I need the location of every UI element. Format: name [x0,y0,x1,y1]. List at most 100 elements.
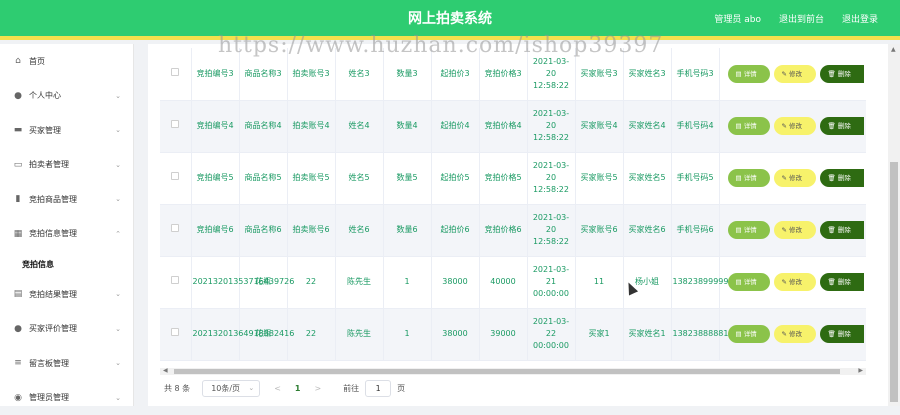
sidebar-item[interactable]: ▦竞拍信息管理⌃ [0,217,133,252]
table-cell: 商品名称4 [239,100,287,152]
actions-cell: ▤ 详情✎ 修改🗑 删除 [719,256,866,308]
table-row: 竞拍编号5商品名称5拍卖账号5姓名5数量5起拍价5竞拍价格52021-03-20… [160,152,866,204]
row-checkbox[interactable] [171,68,179,76]
delete-button[interactable]: 🗑 删除 [820,65,864,83]
page-size-select[interactable]: 10条/页⌄ [202,380,260,397]
goto-page-input[interactable]: 1 [365,380,391,397]
detail-icon: ▤ [736,174,744,182]
sidebar-item[interactable]: ▬买家管理⌄ [0,113,133,148]
delete-icon: 🗑 [828,70,838,78]
horizontal-scroll-thumb[interactable] [174,369,840,374]
table-cell: 买家姓名3 [623,48,671,100]
sidebar-item[interactable]: ≡留言板管理⌄ [0,346,133,381]
detail-button[interactable]: ▤ 详情 [728,325,770,343]
delete-icon: 🗑 [828,226,838,234]
bar-chart-icon: ▮ [13,194,23,204]
main-content: 竞拍编号3商品名称3拍卖账号3姓名3数量3起拍价3竞拍价格32021-03-20… [148,44,888,406]
table-cell: 商品名称6 [239,204,287,256]
sidebar: ⌂首页●个人中心⌄▬买家管理⌄▭拍卖者管理⌄▮竞拍商品管理⌄▦竞拍信息管理⌃竞拍… [0,44,134,406]
sidebar-item-label: 竞拍结果管理 [29,289,77,300]
table-cell: 陈先生 [335,308,383,360]
row-checkbox[interactable] [171,328,179,336]
table-cell: 20213201364918382416 [191,308,239,360]
detail-button-label: 详情 [744,330,757,338]
row-checkbox[interactable] [171,276,179,284]
edit-icon: ✎ [782,226,790,234]
edit-button[interactable]: ✎ 修改 [774,221,816,239]
home-icon: ⌂ [13,56,23,66]
edit-button-label: 修改 [789,70,802,78]
row-checkbox[interactable] [171,224,179,232]
chevron-down-icon: ⌄ [115,290,121,298]
logout-link[interactable]: 退出登录 [842,12,878,25]
table-cell: 38000 [431,308,479,360]
delete-button[interactable]: 🗑 删除 [820,221,864,239]
current-page[interactable]: 1 [295,384,301,393]
sidebar-item[interactable]: ●买家评价管理⌄ [0,312,133,347]
table-cell: 手机号码4 [671,100,719,152]
table-cell: 39000 [479,308,527,360]
sidebar-item[interactable]: ▭拍卖者管理⌄ [0,148,133,183]
sidebar-item[interactable]: ◉管理员管理⌄ [0,381,133,415]
table-cell: 1 [383,256,431,308]
detail-button[interactable]: ▤ 详情 [728,273,770,291]
row-checkbox-cell [160,256,191,308]
total-count: 共 8 条 [164,383,190,394]
row-checkbox[interactable] [171,120,179,128]
table-row: 20213201353716439726花瓶22陈先生1380004000020… [160,256,866,308]
auction-table: 竞拍编号3商品名称3拍卖账号3姓名3数量3起拍价3竞拍价格32021-03-20… [160,48,866,361]
table-row: 竞拍编号6商品名称6拍卖账号6姓名6数量6起拍价6竞拍价格62021-03-20… [160,204,866,256]
detail-button[interactable]: ▤ 详情 [728,117,770,135]
table-cell: 买家账号5 [575,152,623,204]
detail-button[interactable]: ▤ 详情 [728,65,770,83]
edit-button[interactable]: ✎ 修改 [774,273,816,291]
table-cell: 商品名称5 [239,152,287,204]
delete-button-label: 删除 [838,122,851,130]
detail-button[interactable]: ▤ 详情 [728,221,770,239]
table-cell: 22 [287,308,335,360]
goto-label: 前往 [343,383,359,394]
edit-button[interactable]: ✎ 修改 [774,117,816,135]
sidebar-item-label: 留言板管理 [29,358,69,369]
prev-page-icon[interactable]: < [274,384,281,393]
edit-icon: ✎ [782,174,790,182]
delete-button[interactable]: 🗑 删除 [820,325,864,343]
vertical-scroll-thumb[interactable] [890,162,898,402]
edit-button[interactable]: ✎ 修改 [774,169,816,187]
table-cell: 手机号码5 [671,152,719,204]
user-icon: ● [13,91,23,101]
sidebar-item[interactable]: ▤竞拍结果管理⌄ [0,277,133,312]
table-cell: 数量3 [383,48,431,100]
table-cell: 数量4 [383,100,431,152]
delete-button[interactable]: 🗑 删除 [820,169,864,187]
sidebar-item[interactable]: ⌂首页 [0,44,133,79]
edit-button[interactable]: ✎ 修改 [774,325,816,343]
horizontal-scrollbar[interactable]: ◀ ▶ [160,368,866,375]
sidebar-item-label: 竞拍信息管理 [29,228,77,239]
monitor-icon: ▭ [13,160,23,170]
delete-button[interactable]: 🗑 删除 [820,273,864,291]
scroll-right-icon[interactable]: ▶ [858,367,863,374]
detail-icon: ▤ [736,330,744,338]
detail-button[interactable]: ▤ 详情 [728,169,770,187]
table-cell: 2021-03-20 12:58:22 [527,48,575,100]
chevron-down-icon: ⌄ [115,92,121,100]
table-cell: 40000 [479,256,527,308]
sidebar-item[interactable]: ▮竞拍商品管理⌄ [0,182,133,217]
table-cell: 买家1 [575,308,623,360]
sidebar-subitem-auction-info[interactable]: 竞拍信息 [0,251,133,277]
delete-button[interactable]: 🗑 删除 [820,117,864,135]
scroll-left-icon[interactable]: ◀ [163,367,168,374]
sidebar-item[interactable]: ●个人中心⌄ [0,79,133,114]
table-row: 竞拍编号3商品名称3拍卖账号3姓名3数量3起拍价3竞拍价格32021-03-20… [160,48,866,100]
next-page-icon[interactable]: > [314,384,321,393]
exit-frontend-link[interactable]: 退出到前台 [779,12,824,25]
edit-icon: ✎ [782,330,790,338]
scroll-up-icon[interactable]: ▲ [891,46,896,53]
edit-button[interactable]: ✎ 修改 [774,65,816,83]
delete-button-label: 删除 [838,70,851,78]
row-checkbox[interactable] [171,172,179,180]
table-row: 竞拍编号4商品名称4拍卖账号4姓名4数量4起拍价4竞拍价格42021-03-20… [160,100,866,152]
actions-cell: ▤ 详情✎ 修改🗑 删除 [719,48,866,100]
vertical-scrollbar[interactable]: ▲ [888,44,900,406]
